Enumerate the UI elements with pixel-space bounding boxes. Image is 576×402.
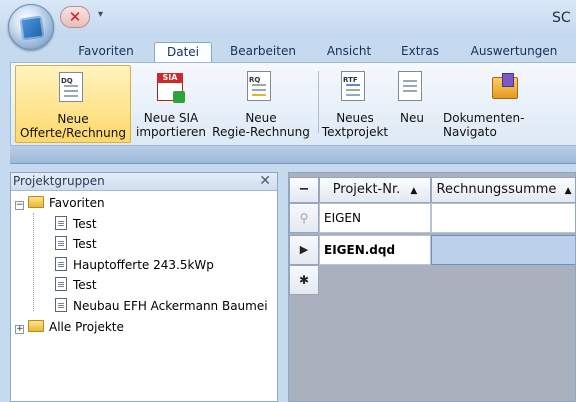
new-text-label-1: Neues <box>336 111 374 125</box>
column-label: Projekt-Nr. <box>332 182 401 197</box>
document-navigator-icon <box>492 71 520 103</box>
folder-icon <box>28 320 44 332</box>
tree-item[interactable]: Test <box>55 234 97 254</box>
ribbon-bottom-strip <box>10 146 576 164</box>
new-regie-label-2: Regie-Rechnung <box>212 125 310 139</box>
tab-auswertungen[interactable]: Auswertungen <box>462 42 566 62</box>
document-icon <box>55 277 67 291</box>
quick-access-dropdown-icon[interactable]: ▾ <box>98 9 103 20</box>
document-navigator-label: Dokumenten-Navigato <box>443 111 525 139</box>
tree-item-label: Test <box>73 217 97 231</box>
application-menu-button[interactable] <box>8 4 54 50</box>
new-regie-button[interactable]: RQ Neue Regie-Rechnung <box>209 65 313 143</box>
import-sia-label-2: importieren <box>136 125 206 139</box>
sia-import-icon: SIA <box>157 71 185 103</box>
tab-favoriten[interactable]: Favoriten <box>66 42 146 62</box>
project-groups-title: Projektgruppen <box>13 174 105 188</box>
collapse-icon[interactable]: − <box>15 201 24 210</box>
import-sia-label-1: Neue SIA <box>143 111 199 125</box>
current-row-indicator-icon: ▶ <box>289 235 319 265</box>
tree-item-label: Neubau EFH Ackermann Baumei <box>73 299 268 313</box>
close-quick-access-button[interactable]: ✕ <box>60 6 90 28</box>
tree-node-label: Alle Projekte <box>49 320 124 334</box>
document-navigator-button[interactable]: Dokumenten-Navigato <box>435 65 576 143</box>
tree-item-label: Test <box>73 278 97 292</box>
new-label: Neu <box>400 111 424 125</box>
new-regie-label-1: Neue <box>245 111 277 125</box>
ribbon-tabs: Favoriten Datei Bearbeiten Ansicht Extra… <box>0 38 576 63</box>
sort-ascending-icon: ▲ <box>564 186 572 196</box>
filter-cell-rechnungssumme[interactable] <box>431 203 575 233</box>
app-logo-icon <box>19 15 45 41</box>
new-offer-icon: DQ <box>59 72 87 104</box>
tab-ansicht[interactable]: Ansicht <box>318 42 380 62</box>
new-text-label-2: Textprojekt <box>321 125 389 139</box>
app-title: SC <box>552 10 571 26</box>
column-header-rechnungssumme[interactable]: Rechnungssumme ▲ <box>431 177 575 203</box>
new-offer-label-1: Neue <box>57 112 89 126</box>
table-cell-rechnungssumme[interactable] <box>431 235 575 265</box>
column-label: Rechnungssumme <box>436 182 557 197</box>
tree-node-label: Favoriten <box>49 196 105 210</box>
tree-item[interactable]: Neubau EFH Ackermann Baumei <box>55 296 268 316</box>
new-regie-icon: RQ <box>247 71 275 103</box>
sort-ascending-icon: ▲ <box>410 186 418 196</box>
table-cell-projekt-nr[interactable]: EIGEN.dqd <box>319 235 431 265</box>
folder-icon <box>28 196 44 208</box>
tree-guide-line <box>33 213 34 311</box>
new-button[interactable]: Neu <box>395 65 429 143</box>
tab-bearbeiten[interactable]: Bearbeiten <box>220 42 306 62</box>
tree-node-favoriten[interactable]: − Favoriten <box>15 193 105 213</box>
tab-extras[interactable]: Extras <box>392 42 448 62</box>
new-row-area[interactable] <box>319 265 575 295</box>
project-grid: − Projekt-Nr. ▲ Rechnungssumme ▲ ⚲ EIGEN… <box>288 172 576 402</box>
project-groups-header: Projektgruppen ✕ <box>11 173 277 191</box>
close-icon[interactable]: ✕ <box>259 173 271 190</box>
new-offer-label-2: Offerte/Rechnung <box>20 126 126 140</box>
tree-item[interactable]: Hauptofferte 243.5kWp <box>55 255 214 275</box>
expand-icon[interactable]: + <box>15 325 24 334</box>
blank-document-icon <box>398 71 426 103</box>
project-groups-panel: Projektgruppen ✕ − Favoriten Test Test Ha… <box>10 172 278 402</box>
tree-node-alle-projekte[interactable]: + Alle Projekte <box>15 317 124 337</box>
new-row-indicator-icon: ✱ <box>289 265 319 295</box>
ribbon-separator <box>318 71 319 133</box>
rtf-document-icon: RTF <box>341 71 369 103</box>
document-icon <box>55 236 67 250</box>
document-icon <box>55 216 67 230</box>
import-sia-button[interactable]: SIA Neue SIA importieren <box>135 65 207 143</box>
new-text-project-button[interactable]: RTF Neues Textprojekt <box>321 65 389 143</box>
document-icon <box>55 257 67 271</box>
ribbon-panel: DQ Neue Offerte/Rechnung SIA Neue SIA im… <box>10 62 576 146</box>
column-header-projekt-nr[interactable]: Projekt-Nr. ▲ <box>319 177 431 203</box>
document-icon <box>55 298 67 312</box>
filter-row-indicator-icon: ⚲ <box>289 203 319 233</box>
tree-item[interactable]: Test <box>55 214 97 234</box>
tree-item-label: Test <box>73 237 97 251</box>
filter-cell-projekt-nr[interactable]: EIGEN <box>319 203 431 233</box>
new-offer-button[interactable]: DQ Neue Offerte/Rechnung <box>15 65 131 143</box>
grid-corner-button[interactable]: − <box>289 177 319 203</box>
tree-item-label: Hauptofferte 243.5kWp <box>73 258 214 272</box>
tree-item[interactable]: Test <box>55 275 97 295</box>
title-bar: ✕ ▾ SC <box>0 0 576 38</box>
tab-datei[interactable]: Datei <box>154 42 212 63</box>
